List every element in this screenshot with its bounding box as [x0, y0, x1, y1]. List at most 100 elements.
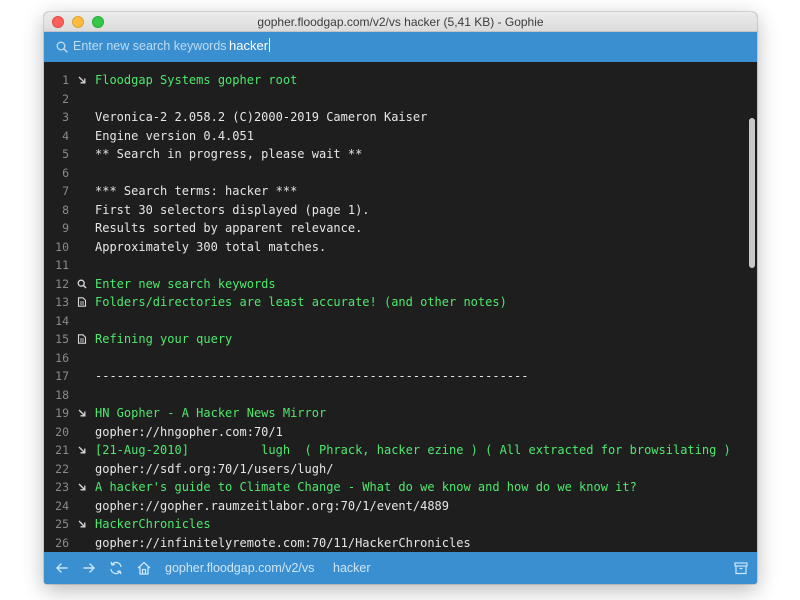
text-line: 14 — [44, 312, 744, 330]
text-line: 4 Engine version 0.4.051 — [44, 127, 744, 145]
link-text[interactable]: Floodgap Systems gopher root — [95, 71, 297, 89]
menu-link-icon — [77, 441, 89, 459]
line-text: ----------------------------------------… — [95, 369, 529, 383]
text-line: 22 gopher://sdf.org:70/1/users/lugh/ — [44, 460, 744, 478]
line-number: 2 — [62, 91, 69, 106]
line-number: 25 — [55, 517, 69, 531]
archive-box-icon[interactable] — [733, 560, 749, 576]
line-text: Veronica-2 2.058.2 (C)2000-2019 Cameron … — [95, 110, 428, 124]
link-text[interactable]: HN Gopher - A Hacker News Mirror — [95, 404, 326, 422]
current-query[interactable]: hacker — [333, 561, 371, 575]
line-text: Results sorted by apparent relevance. — [95, 221, 363, 235]
home-icon[interactable] — [136, 560, 152, 576]
navigation-bar: gopher.floodgap.com/v2/vs hacker — [44, 552, 757, 584]
line-number: 5 — [62, 147, 69, 161]
link-line[interactable]: 23 A hacker's guide to Climate Change - W… — [44, 478, 744, 496]
link-text[interactable]: [21-Aug-2010] lugh ( Phrack, hacker ezin… — [95, 441, 731, 459]
line-number: 12 — [55, 276, 69, 291]
search-bar[interactable]: Enter new search keywords hacker — [44, 32, 757, 62]
line-number: 14 — [55, 313, 69, 328]
text-line: 18 — [44, 386, 744, 404]
text-line: 20 gopher://hngopher.com:70/1 — [44, 423, 744, 441]
line-number: 3 — [62, 110, 69, 124]
current-host-address[interactable]: gopher.floodgap.com/v2/vs — [165, 561, 314, 575]
line-number: 20 — [55, 424, 69, 439]
gopher-page-content: 1 Floodgap Systems gopher root 2 3 Veronica-… — [44, 62, 757, 552]
line-text: gopher://sdf.org:70/1/users/lugh/ — [95, 461, 334, 476]
refresh-icon[interactable] — [108, 560, 124, 576]
line-text: gopher://hngopher.com:70/1 — [95, 424, 283, 439]
link-text[interactable]: A hacker's guide to Climate Change - Wha… — [95, 478, 637, 496]
link-line[interactable]: 1 Floodgap Systems gopher root — [44, 71, 744, 89]
app-window: gopher.floodgap.com/v2/vs hacker (5,41 K… — [44, 12, 757, 584]
line-number: 4 — [62, 128, 69, 143]
link-line[interactable]: 25 HackerChronicles — [44, 515, 744, 533]
line-number: 6 — [62, 165, 69, 180]
forward-arrow-icon[interactable] — [81, 560, 97, 576]
line-text: ** Search in progress, please wait ** — [95, 147, 363, 161]
search-link-icon — [77, 275, 89, 293]
text-line: 26 gopher://infinitelyremote.com:70/11/Ha… — [44, 534, 744, 552]
line-number: 17 — [55, 369, 69, 383]
line-number: 9 — [62, 221, 69, 235]
menu-link-icon — [77, 404, 89, 422]
document-link-icon — [77, 330, 89, 348]
line-number: 18 — [55, 387, 69, 402]
link-line[interactable]: 19 HN Gopher - A Hacker News Mirror — [44, 404, 744, 422]
link-line[interactable]: 12 Enter new search keywords — [44, 275, 744, 293]
search-placeholder: Enter new search keywords — [73, 39, 227, 53]
line-number: 26 — [55, 535, 69, 550]
line-number: 10 — [55, 239, 69, 254]
text-line: 11 — [44, 256, 744, 274]
text-line: 7 *** Search terms: hacker *** — [44, 182, 744, 200]
line-number: 7 — [62, 184, 69, 198]
menu-link-icon — [77, 478, 89, 496]
text-line: 5 ** Search in progress, please wait ** — [44, 145, 744, 163]
text-line: 24 gopher://gopher.raumzeitlabor.org:70/1… — [44, 497, 744, 515]
line-text: gopher://gopher.raumzeitlabor.org:70/1/e… — [95, 498, 450, 513]
line-number: 15 — [55, 332, 69, 346]
text-line: 16 — [44, 349, 744, 367]
line-text: First 30 selectors displayed (page 1). — [95, 202, 370, 217]
line-text: Approximately 300 total matches. — [95, 239, 327, 254]
line-number: 21 — [55, 443, 69, 457]
line-number: 22 — [55, 461, 69, 476]
line-number: 23 — [55, 480, 69, 494]
line-number: 11 — [55, 258, 69, 272]
link-text[interactable]: Enter new search keywords — [95, 275, 276, 293]
search-input[interactable]: hacker — [229, 38, 271, 53]
document-link-icon — [77, 293, 89, 311]
search-icon — [56, 41, 68, 53]
text-line: 10 Approximately 300 total matches. — [44, 238, 744, 256]
text-line: 2 — [44, 90, 744, 108]
link-text[interactable]: HackerChronicles — [95, 515, 211, 533]
text-line: 17 --------------------------------------… — [44, 367, 744, 385]
line-text: gopher://infinitelyremote.com:70/11/Hack… — [95, 535, 471, 550]
line-number: 1 — [62, 73, 69, 87]
scrollbar-track[interactable] — [747, 62, 757, 552]
line-number: 13 — [55, 295, 69, 309]
text-caret — [269, 38, 271, 52]
search-value: hacker — [229, 38, 269, 53]
link-text[interactable]: Refining your query — [95, 330, 232, 348]
line-text: *** Search terms: hacker *** — [95, 184, 298, 198]
link-text[interactable]: Folders/directories are least accurate! … — [95, 293, 507, 311]
text-line: 9 Results sorted by apparent relevance. — [44, 219, 744, 237]
line-number: 24 — [55, 498, 69, 513]
title-bar: gopher.floodgap.com/v2/vs hacker (5,41 K… — [44, 12, 757, 32]
line-number: 16 — [55, 350, 69, 365]
text-line: 6 — [44, 164, 744, 182]
line-number: 8 — [62, 202, 69, 217]
text-line: 8 First 30 selectors displayed (page 1). — [44, 201, 744, 219]
line-number: 19 — [55, 406, 69, 420]
line-text: Engine version 0.4.051 — [95, 128, 254, 143]
link-line[interactable]: 21 [21-Aug-2010] lugh ( Phrack, hacker ez… — [44, 441, 744, 459]
back-arrow-icon[interactable] — [54, 560, 70, 576]
text-line: 3 Veronica-2 2.058.2 (C)2000-2019 Cameron… — [44, 108, 744, 126]
window-title: gopher.floodgap.com/v2/vs hacker (5,41 K… — [257, 15, 544, 29]
menu-link-icon — [77, 71, 89, 89]
menu-link-icon — [77, 515, 89, 533]
link-line[interactable]: 15 Refining your query — [44, 330, 744, 348]
link-line[interactable]: 13 Folders/directories are least accurate… — [44, 293, 744, 311]
scrollbar-thumb[interactable] — [749, 118, 755, 268]
